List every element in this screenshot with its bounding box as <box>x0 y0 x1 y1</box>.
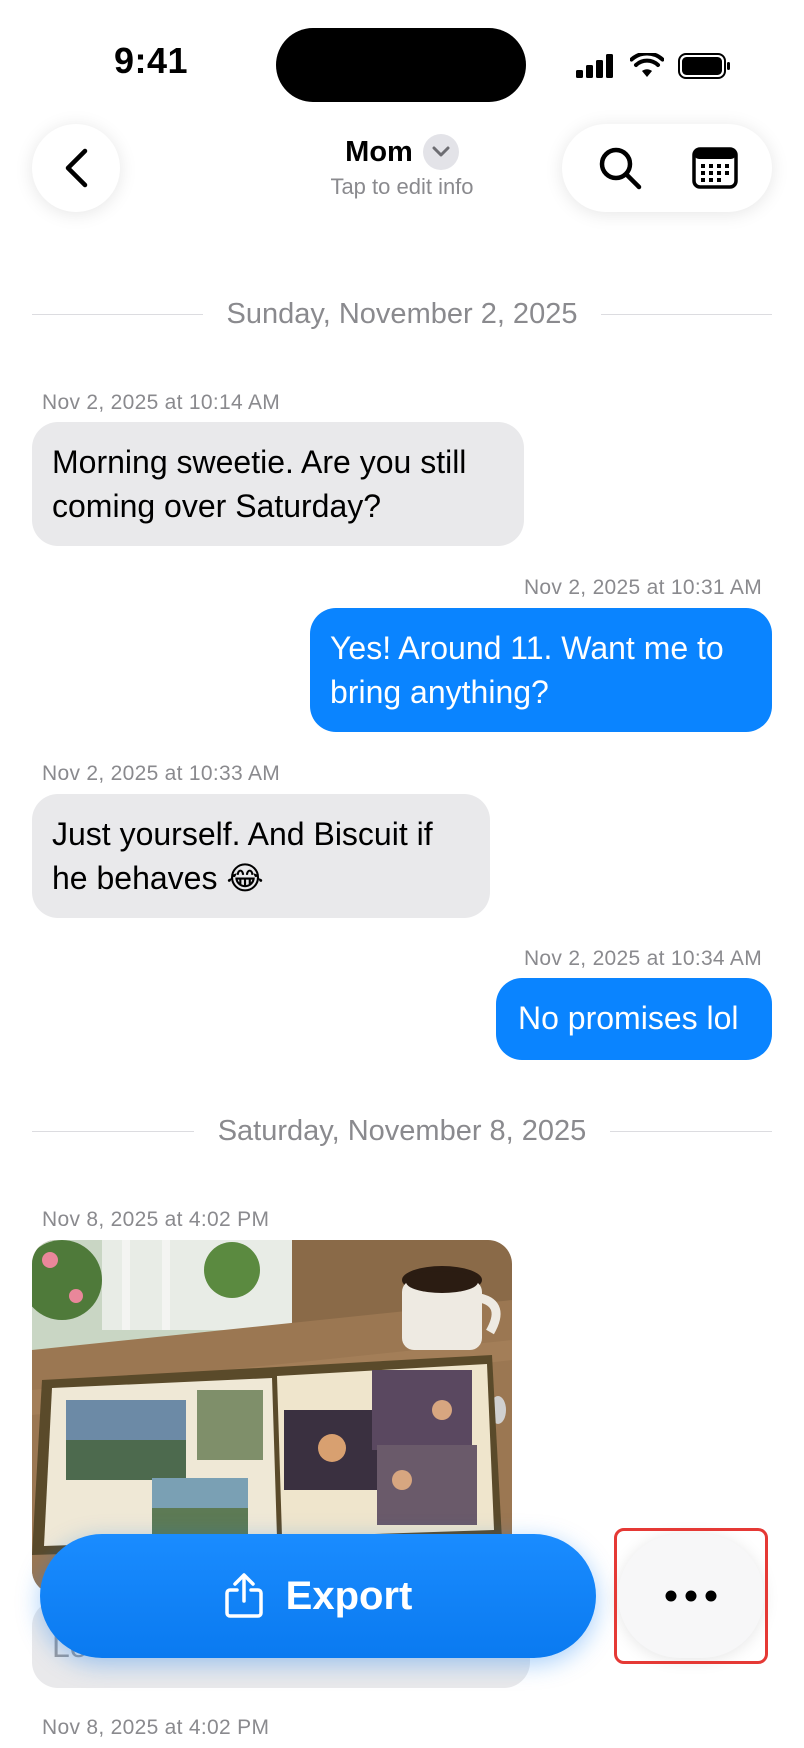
export-button-label: Export <box>285 1573 413 1618</box>
incoming-message-bubble[interactable]: Just yourself. And Biscuit if he behaves… <box>32 794 490 918</box>
message-timestamp: Nov 2, 2025 at 10:14 AM <box>42 391 281 414</box>
date-separator: Sunday, November 2, 2025 <box>32 298 772 331</box>
outgoing-message-bubble[interactable]: Yes! Around 11. Want me to bring anythin… <box>310 608 772 732</box>
search-icon <box>599 147 641 190</box>
contact-header[interactable]: Mom Tap to edit info <box>250 134 554 200</box>
header-actions <box>562 124 772 212</box>
message-timestamp: Nov 2, 2025 at 10:33 AM <box>42 762 281 785</box>
battery-icon <box>678 53 730 79</box>
message-timestamp: Nov 2, 2025 at 10:34 AM <box>523 947 762 970</box>
calendar-button[interactable] <box>680 133 750 203</box>
status-time: 9:41 <box>114 40 189 81</box>
message-timestamp: Nov 8, 2025 at 4:02 PM <box>42 1208 270 1231</box>
dynamic-island <box>276 28 526 102</box>
cellular-signal-icon <box>576 54 613 78</box>
share-icon <box>224 1573 263 1618</box>
status-icons <box>576 48 732 84</box>
outgoing-message-bubble[interactable]: No promises lol <box>496 978 772 1060</box>
calendar-icon <box>691 147 738 189</box>
message-timestamp: Nov 8, 2025 at 4:02 PM <box>42 1716 270 1739</box>
date-separator-label: Sunday, November 2, 2025 <box>226 298 578 330</box>
back-button[interactable] <box>32 124 120 212</box>
highlight-box <box>614 1528 768 1664</box>
date-separator: Saturday, November 8, 2025 <box>32 1115 772 1148</box>
incoming-message-bubble[interactable]: Morning sweetie. Are you still coming ov… <box>32 422 524 546</box>
chevron-left-icon <box>65 148 88 188</box>
export-button[interactable]: Export <box>40 1534 596 1658</box>
search-button[interactable] <box>585 133 655 203</box>
date-separator-label: Saturday, November 8, 2025 <box>217 1115 587 1147</box>
contact-name: Mom <box>345 135 413 168</box>
contact-subtitle: Tap to edit info <box>330 174 474 199</box>
chevron-down-icon <box>422 134 459 170</box>
message-timestamp: Nov 2, 2025 at 10:31 AM <box>523 576 762 599</box>
wifi-icon <box>630 53 664 77</box>
